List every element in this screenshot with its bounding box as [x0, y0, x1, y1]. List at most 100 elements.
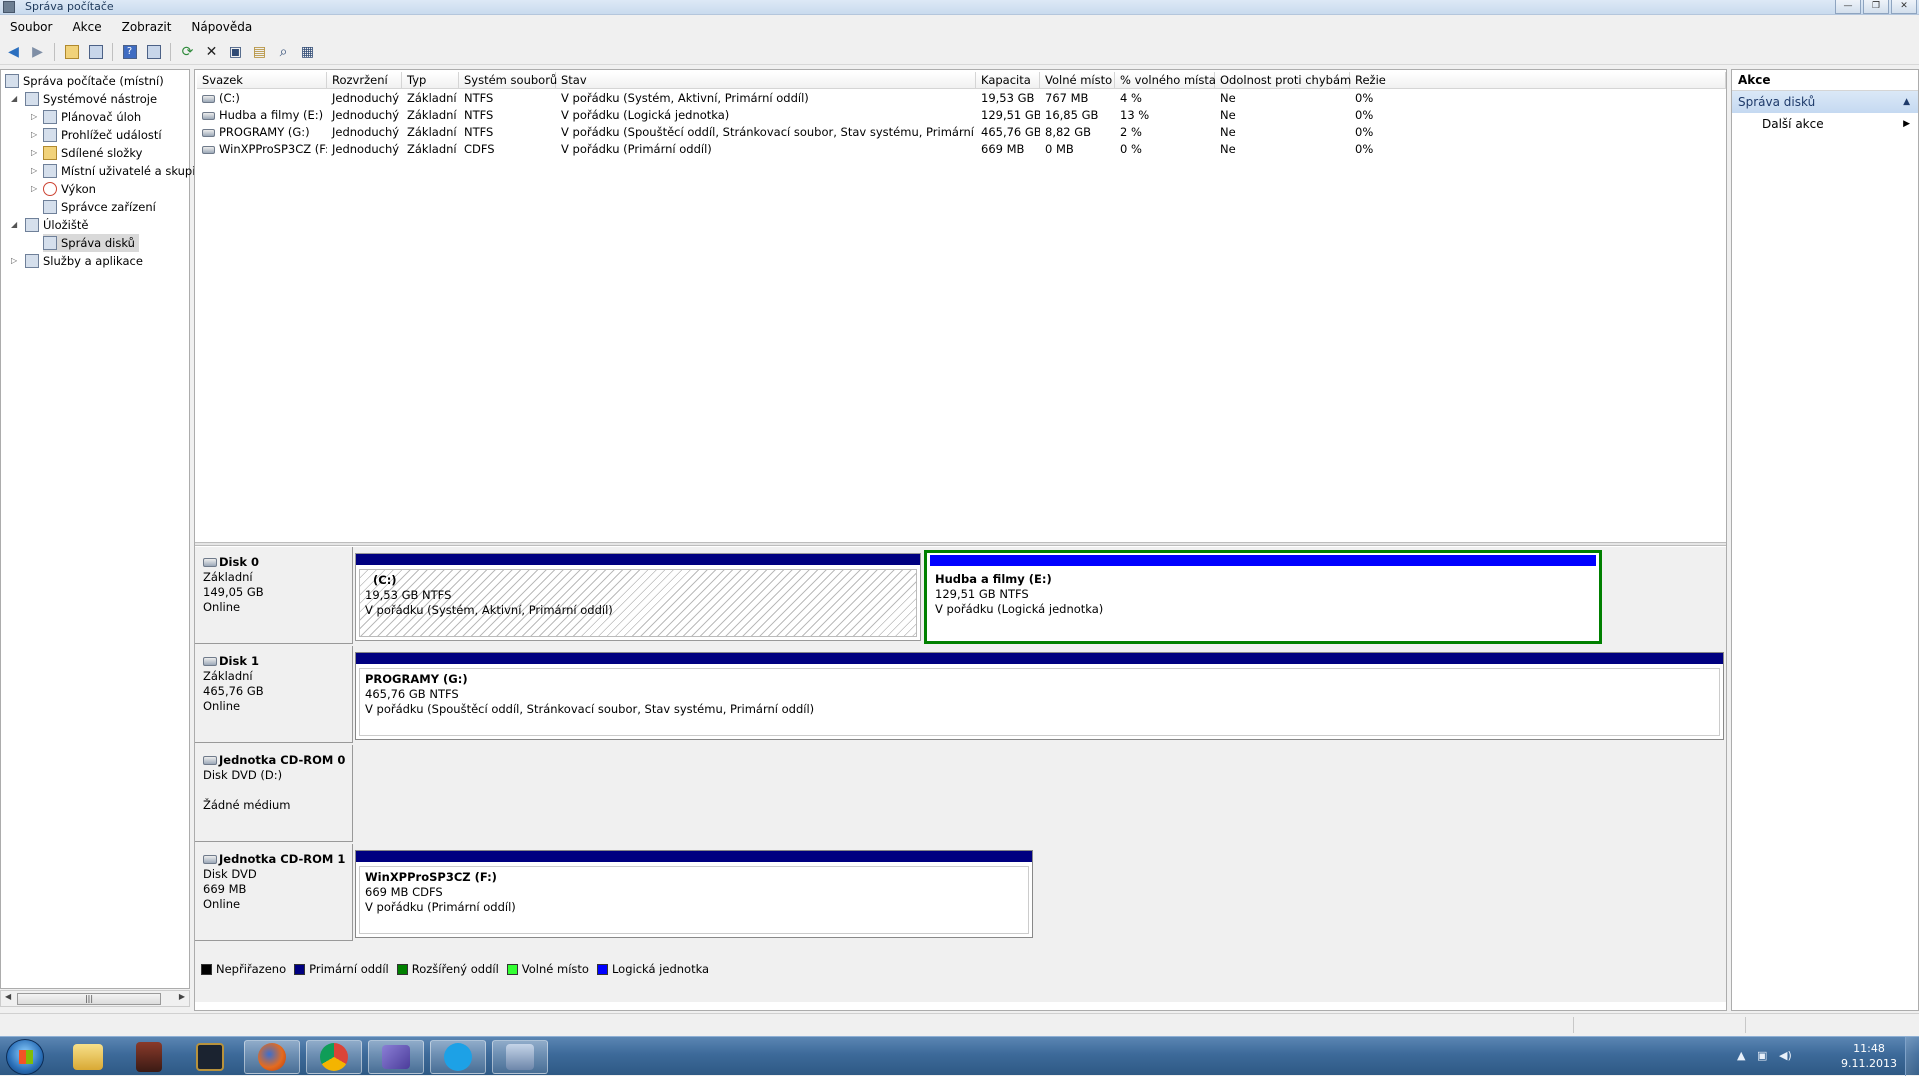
volume-cell-text: Základní	[407, 125, 457, 139]
max-payne-icon[interactable]	[121, 1040, 177, 1074]
clock[interactable]: 11:48 9.11.2013	[1841, 1041, 1897, 1071]
volume-list-header: Svazek Rozvržení Typ Systém souborů Stav…	[197, 72, 1726, 89]
volume-row[interactable]: PROGRAMY (G:) Jednoduchý Základní NTFS V poř…	[197, 124, 1726, 141]
column-header-volne-misto[interactable]: Volné místo	[1040, 72, 1115, 89]
menu-zobrazit[interactable]: Zobrazit	[112, 17, 182, 37]
column-header-svazek[interactable]: Svazek	[197, 72, 327, 89]
minimize-button[interactable]: —	[1835, 0, 1861, 14]
visual-studio-icon[interactable]	[368, 1040, 424, 1074]
partition-f[interactable]: WinXPProSP3CZ (F:) 669 MB CDFS V pořádku…	[355, 850, 1033, 938]
computer-management-icon[interactable]	[492, 1040, 548, 1074]
expand-arrow-icon[interactable]: ▷	[11, 256, 17, 265]
search-icon[interactable]: ⌕	[274, 42, 293, 61]
actions-group-disk-management[interactable]: Správa disků ▲	[1732, 91, 1918, 113]
forward-arrow-icon[interactable]: ▶	[28, 42, 47, 61]
tree-item-services[interactable]: Služby a aplikace	[25, 252, 143, 270]
expand-arrow-icon[interactable]: ▷	[31, 166, 37, 175]
expand-arrow-icon[interactable]: ▷	[31, 130, 37, 139]
chrome-icon[interactable]	[306, 1040, 362, 1074]
disk-management-pane: Svazek Rozvržení Typ Systém souborů Stav…	[194, 69, 1727, 1011]
tree-item-local-users[interactable]: Místní uživatelé a skupiny	[43, 162, 210, 180]
expand-arrow-icon[interactable]: ▷	[31, 184, 37, 193]
volume-cell-text: Jednoduchý	[332, 125, 400, 139]
tree-horizontal-scrollbar[interactable]: ◀ ||| ▶	[0, 990, 190, 1007]
scroll-right-icon[interactable]: ▶	[179, 992, 185, 1001]
disk-row-0[interactable]: Disk 0 Základní 149,05 GB Online (C:) 19…	[195, 547, 1726, 644]
network-icon[interactable]: ▣	[1757, 1049, 1767, 1062]
disk-status: Online	[203, 897, 241, 911]
volume-cell-text: 129,51 GB	[981, 108, 1040, 122]
delete-icon[interactable]: ✕	[202, 42, 221, 61]
show-hide-tree-icon[interactable]	[86, 42, 105, 61]
expand-arrow-icon[interactable]: ▷	[31, 112, 37, 121]
partition-c[interactable]: (C:) 19,53 GB NTFS V pořádku (Systém, Ak…	[355, 553, 921, 641]
refresh-icon[interactable]: ⟳	[178, 42, 197, 61]
tree-item-task-scheduler[interactable]: Plánovač úloh	[43, 108, 141, 126]
collapse-up-icon[interactable]: ▲	[1903, 91, 1910, 113]
column-header-rezie[interactable]: Režie	[1350, 72, 1726, 89]
explorer-icon[interactable]	[60, 1040, 116, 1074]
properties-icon[interactable]: ▣	[226, 42, 245, 61]
volume-cell: 0%	[1350, 90, 1726, 107]
tree-item-root[interactable]: Správa počítače (místní)	[5, 72, 164, 90]
disk-info[interactable]: Jednotka CD-ROM 0 Disk DVD (D:) Žádné mé…	[195, 745, 353, 842]
volume-cell: 0%	[1350, 141, 1726, 158]
show-hidden-icons-icon[interactable]: ▲	[1737, 1049, 1745, 1062]
collapse-arrow-icon[interactable]: ◢	[11, 94, 17, 103]
tree-item-event-viewer[interactable]: Prohlížeč událostí	[43, 126, 162, 144]
tree-item-storage[interactable]: Úložiště	[25, 216, 88, 234]
volume-cell-text: Základní	[407, 142, 457, 156]
disk-info[interactable]: Disk 1 Základní 465,76 GB Online	[195, 646, 353, 743]
tree-item-shared-folders[interactable]: Sdílené složky	[43, 144, 142, 162]
volume-row[interactable]: Hudba a filmy (E:) Jednoduchý Základní NTFS…	[197, 107, 1726, 124]
volume-row[interactable]: (C:) Jednoduchý Základní NTFS V pořádku (Sys…	[197, 90, 1726, 107]
volume-row[interactable]: WinXPProSP3CZ (F:) Jednoduchý Základní CDFS…	[197, 141, 1726, 158]
maximize-button[interactable]: ❐	[1863, 0, 1889, 14]
open-icon[interactable]: ▤	[250, 42, 269, 61]
firefox-icon[interactable]	[244, 1040, 300, 1074]
disk-size: 149,05 GB	[203, 585, 264, 599]
partition-name: (C:)	[373, 573, 397, 587]
expand-arrow-icon[interactable]: ▷	[31, 148, 37, 157]
up-folder-icon[interactable]	[62, 42, 81, 61]
tree-item-label: Správce zařízení	[61, 200, 156, 214]
disk-info[interactable]: Jednotka CD-ROM 1 Disk DVD 669 MB Online	[195, 844, 353, 941]
show-desktop-button[interactable]	[1905, 1037, 1919, 1076]
back-arrow-icon[interactable]: ◀	[4, 42, 23, 61]
column-header-procento-volneho[interactable]: % volného místa	[1115, 72, 1216, 89]
show-hide-action-pane-icon[interactable]	[144, 42, 163, 61]
volume-cell: 13 %	[1115, 107, 1215, 124]
collapse-arrow-icon[interactable]: ◢	[11, 220, 17, 229]
tree-item-performance[interactable]: Výkon	[43, 180, 96, 198]
column-header-odolnost[interactable]: Odolnost proti chybám	[1215, 72, 1351, 89]
menu-soubor[interactable]: Soubor	[0, 17, 62, 37]
disk-info[interactable]: Disk 0 Základní 149,05 GB Online	[195, 547, 353, 644]
more-actions-item[interactable]: Další akce ▶	[1732, 113, 1918, 135]
skype-icon[interactable]	[430, 1040, 486, 1074]
disk-row-1[interactable]: Disk 1 Základní 465,76 GB Online PROGRAM…	[195, 646, 1726, 743]
column-header-stav[interactable]: Stav	[556, 72, 976, 89]
tree-item-disk-management[interactable]: Správa disků	[43, 234, 139, 252]
column-header-system-souboru[interactable]: Systém souborů	[459, 72, 557, 89]
close-button[interactable]: ✕	[1891, 0, 1917, 14]
partition-g[interactable]: PROGRAMY (G:) 465,76 GB NTFS V pořádku (…	[355, 652, 1724, 740]
disk-row-cdrom-0[interactable]: Jednotka CD-ROM 0 Disk DVD (D:) Žádné mé…	[195, 745, 1726, 842]
menu-napoveda[interactable]: Nápověda	[181, 17, 262, 37]
scrollbar-thumb[interactable]: |||	[17, 993, 161, 1005]
volume-icon[interactable]: ◀)	[1779, 1049, 1792, 1062]
tree-item-device-manager[interactable]: Správce zařízení	[43, 198, 156, 216]
menu-akce[interactable]: Akce	[62, 17, 111, 37]
column-header-typ[interactable]: Typ	[402, 72, 459, 89]
column-header-rozvrzeni[interactable]: Rozvržení	[327, 72, 402, 89]
league-of-legends-icon[interactable]	[182, 1040, 238, 1074]
volume-cell-text: (C:)	[219, 91, 240, 105]
scroll-left-icon[interactable]: ◀	[5, 992, 11, 1001]
start-button[interactable]	[6, 1039, 44, 1075]
disk-row-cdrom-1[interactable]: Jednotka CD-ROM 1 Disk DVD 669 MB Online…	[195, 844, 1726, 941]
settings-icon[interactable]: ▦	[298, 42, 317, 61]
partition-e[interactable]: Hudba a filmy (E:) 129,51 GB NTFS V pořá…	[924, 550, 1602, 644]
tree-item-system-tools[interactable]: Systémové nástroje	[25, 90, 157, 108]
pane-splitter[interactable]	[195, 542, 1726, 546]
column-header-kapacita[interactable]: Kapacita	[976, 72, 1040, 89]
help-icon[interactable]: ?	[120, 42, 139, 61]
